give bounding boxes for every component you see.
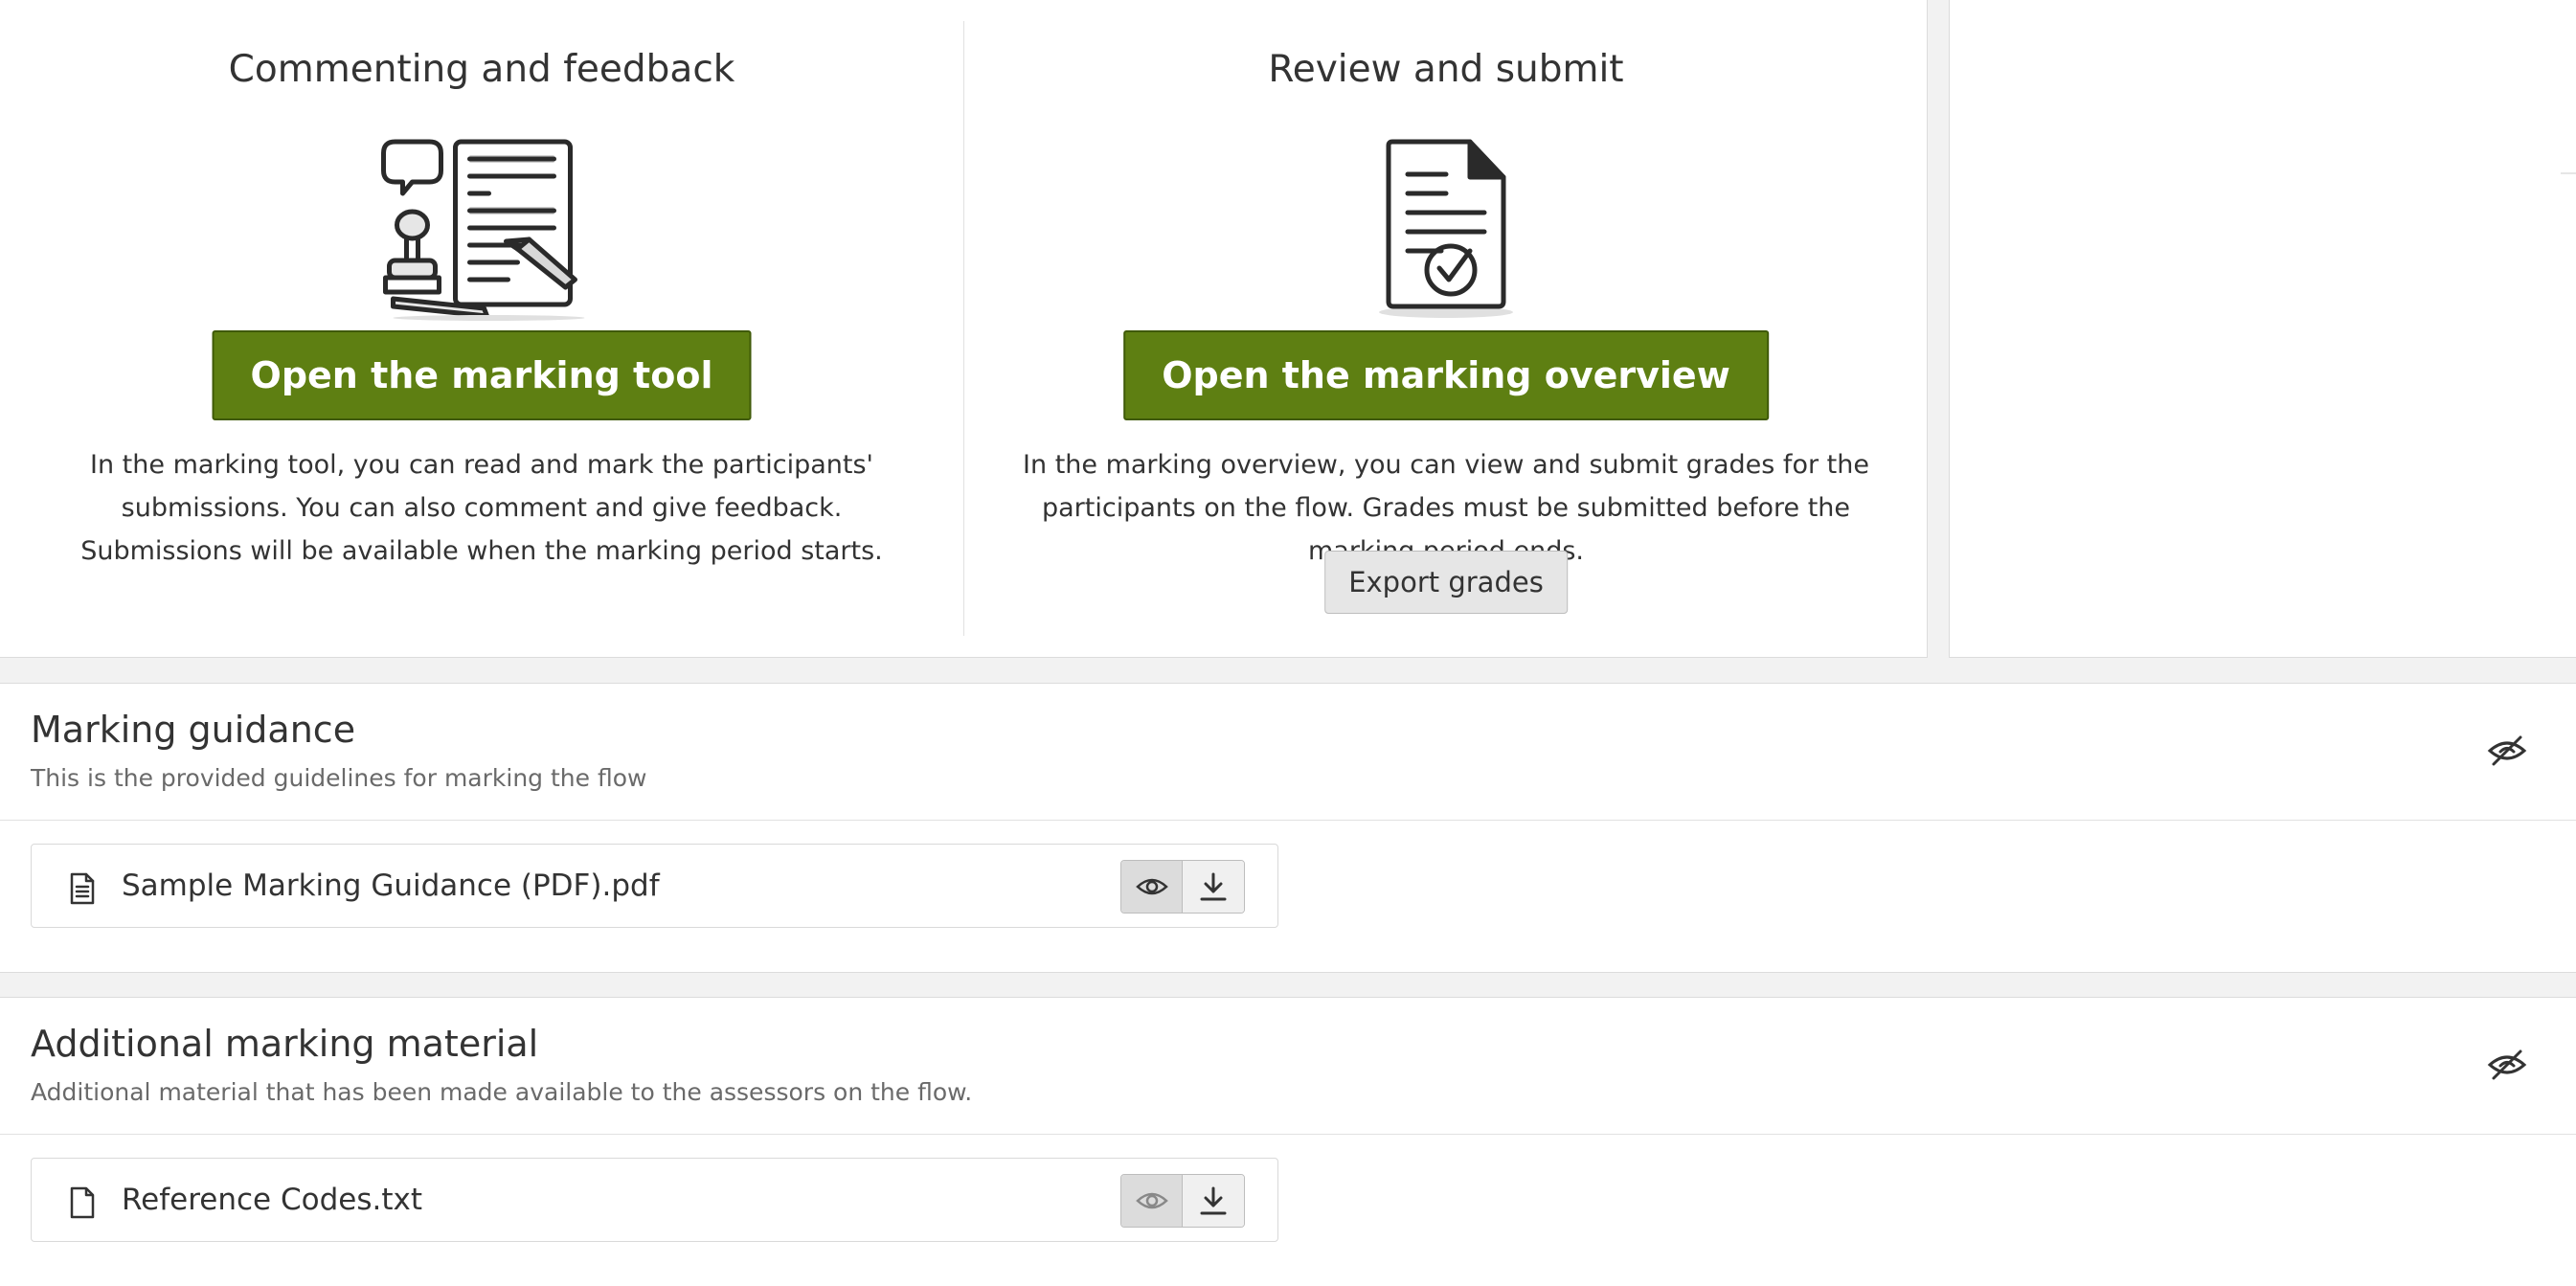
guidance-file-actions (1120, 860, 1245, 914)
file-icon (68, 1185, 97, 1220)
download-file-button[interactable] (1183, 1175, 1244, 1227)
page: Commenting and feedback Open the marking… (0, 0, 2576, 1286)
eye-slash-icon[interactable] (2486, 1046, 2528, 1084)
side-card-edge-marker (2561, 172, 2576, 174)
material-file-actions (1120, 1174, 1245, 1228)
export-grades-button[interactable]: Export grades (1324, 551, 1568, 614)
column-divider (963, 21, 964, 636)
document-icon (68, 871, 97, 906)
view-file-button[interactable] (1121, 1175, 1183, 1227)
review-title: Review and submit (1268, 48, 1624, 91)
material-file-name[interactable]: Reference Codes.txt (122, 1159, 422, 1241)
download-icon (1200, 1186, 1227, 1215)
view-file-button[interactable] (1121, 861, 1183, 913)
eye-icon (1135, 1192, 1168, 1209)
material-file-row: Reference Codes.txt (31, 1158, 1278, 1242)
download-icon (1200, 872, 1227, 901)
additional-material-header: Additional marking material Additional m… (0, 998, 2576, 1135)
marking-tool-illustration (374, 134, 590, 325)
eye-slash-icon[interactable] (2486, 732, 2528, 770)
open-marking-overview-button[interactable]: Open the marking overview (1123, 330, 1769, 420)
download-file-button[interactable] (1183, 861, 1244, 913)
marking-guidance-header: Marking guidance This is the provided gu… (0, 684, 2576, 821)
marking-guidance-title: Marking guidance (31, 709, 356, 751)
additional-material-section: Additional marking material Additional m… (0, 997, 2576, 1286)
side-card (1949, 0, 2576, 658)
marking-tool-description: In the marking tool, you can read and ma… (80, 450, 883, 566)
open-marking-tool-button[interactable]: Open the marking tool (212, 330, 752, 420)
guidance-file-name[interactable]: Sample Marking Guidance (PDF).pdf (122, 845, 660, 927)
marking-guidance-subtitle: This is the provided guidelines for mark… (31, 764, 647, 792)
additional-material-subtitle: Additional material that has been made a… (31, 1078, 973, 1106)
marking-actions-card: Commenting and feedback Open the marking… (0, 0, 1928, 658)
guidance-file-row: Sample Marking Guidance (PDF).pdf (31, 844, 1278, 928)
marking-overview-illustration (1374, 134, 1518, 325)
additional-material-title: Additional marking material (31, 1023, 539, 1065)
commenting-title: Commenting and feedback (228, 48, 735, 91)
eye-icon (1135, 878, 1168, 895)
marking-guidance-section: Marking guidance This is the provided gu… (0, 683, 2576, 973)
